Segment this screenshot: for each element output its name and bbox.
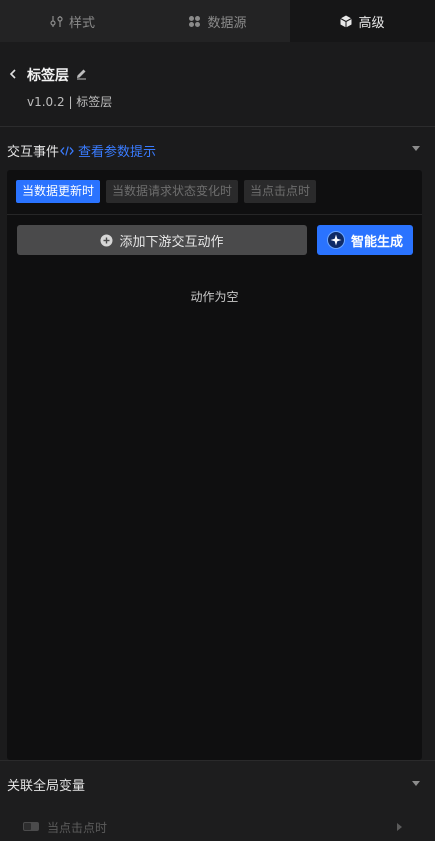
plus-circle-icon — [100, 234, 113, 246]
advanced-icon — [340, 15, 353, 27]
top-tabs: 样式 数据源 高级 — [0, 0, 435, 42]
param-hint-label: 查看参数提示 — [78, 145, 157, 160]
ai-generate-label: 智能生成 — [350, 234, 403, 250]
tab-datasource-label: 数据源 — [207, 15, 247, 31]
datasource-icon — [189, 15, 201, 27]
event-tab-point-click[interactable]: 当点击点时 — [244, 180, 317, 203]
divider — [7, 214, 422, 215]
event-tab-data-update[interactable]: 当数据更新时 — [16, 180, 101, 203]
ai-generate-button[interactable]: 智能生成 — [317, 225, 413, 255]
interaction-section-title: 交互事件 — [7, 145, 60, 160]
global-var-item: 当点击点时 — [47, 821, 108, 835]
collapse-icon[interactable] — [412, 146, 420, 151]
event-tabs: 当数据更新时 当数据请求状态变化时 当点击点时 — [16, 180, 317, 203]
ai-sparkle-icon — [326, 231, 345, 249]
tab-datasource[interactable]: 数据源 — [145, 0, 290, 42]
code-icon — [60, 145, 74, 156]
chevron-right-icon[interactable] — [397, 823, 402, 831]
style-icon — [50, 15, 63, 27]
tab-style-label: 样式 — [68, 15, 95, 31]
collapse-icon[interactable] — [412, 781, 420, 786]
global-vars-section: 关联全局变量 当点击点时 — [0, 760, 435, 841]
component-header: 标签层 v1.0.2 | 标签层 — [0, 42, 435, 127]
component-title: 标签层 — [27, 68, 69, 84]
tab-advanced[interactable]: 高级 — [290, 0, 435, 42]
tab-style[interactable]: 样式 — [0, 0, 145, 42]
global-vars-title: 关联全局变量 — [7, 779, 86, 794]
back-icon[interactable] — [6, 67, 20, 81]
interaction-panel: 当数据更新时 当数据请求状态变化时 当点击点时 添加下游交互动作 智能生成 动作… — [7, 170, 422, 760]
version-info: v1.0.2 | 标签层 — [27, 95, 113, 109]
param-hint-link[interactable]: 查看参数提示 — [60, 141, 156, 160]
event-tab-request-status[interactable]: 当数据请求状态变化时 — [106, 180, 239, 203]
toggle-switch[interactable] — [23, 822, 39, 831]
edit-icon[interactable] — [75, 67, 88, 80]
add-action-button[interactable]: 添加下游交互动作 — [17, 225, 307, 255]
empty-actions-text: 动作为空 — [190, 290, 239, 304]
add-action-label: 添加下游交互动作 — [119, 234, 224, 250]
tab-advanced-label: 高级 — [358, 15, 385, 31]
